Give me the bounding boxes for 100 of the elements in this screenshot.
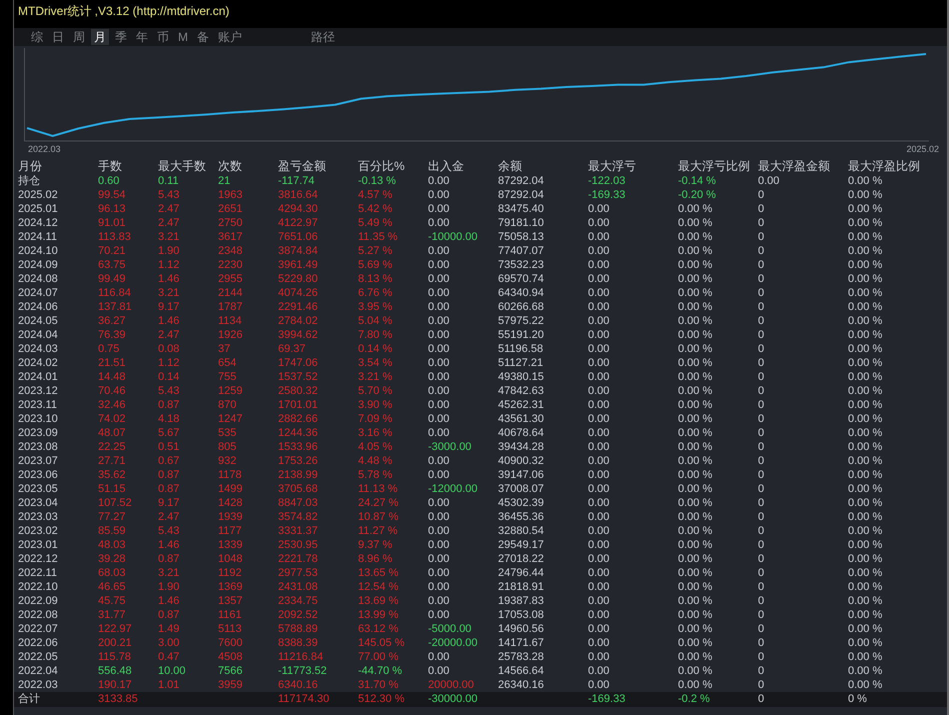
tab[interactable]: 备 <box>194 29 212 45</box>
table-cell-text: 0 <box>758 258 766 272</box>
table-cell-text: 0 <box>758 664 766 678</box>
table-cell-text: 1428 <box>218 496 244 510</box>
table-cell-text: 145.05 % <box>358 636 406 650</box>
table-cell-text: 2024.06 <box>18 300 59 314</box>
table-cell-text: 0.00 <box>428 384 450 398</box>
table-cell-text: -0.13 % <box>358 174 397 188</box>
table-cell-text: 2023.02 <box>18 524 59 538</box>
column-header: 次数 <box>218 159 243 174</box>
table-cell-text: 24.27 % <box>358 496 400 510</box>
table-cell-text: 2022.08 <box>18 608 59 622</box>
table-cell-text: 2022.05 <box>18 650 59 664</box>
table-cell-text: 17053.08 <box>498 608 545 622</box>
table-cell-text: 0.00 % <box>678 426 714 440</box>
table-cell-text: 0 <box>758 510 766 524</box>
tab[interactable]: 月 <box>91 29 109 45</box>
table-cell-text: 0 <box>758 594 766 608</box>
table-cell-text: 1.90 <box>158 580 180 594</box>
table-cell-text: 0 <box>758 398 766 412</box>
table-cell-text: 5.43 <box>158 188 180 202</box>
table-cell-text: 0.87 <box>158 398 180 412</box>
table-cell-text: 0.00 % <box>678 370 714 384</box>
table-cell-text: 11.27 % <box>358 524 399 538</box>
table-cell-text: 0.00 % <box>678 328 714 342</box>
table-cell-text: 2024.09 <box>18 258 59 272</box>
tab[interactable]: 路径 <box>308 29 338 45</box>
table-cell-text: 1963 <box>218 188 244 202</box>
table-cell-text: 2022.06 <box>18 636 59 650</box>
tab[interactable]: 周 <box>70 29 88 45</box>
table-cell-text: 0.51 <box>158 440 180 454</box>
table-cell-text: 0.00 <box>428 314 450 328</box>
table-cell-text: 190.17 <box>98 678 133 692</box>
table-cell-text: -3000.00 <box>428 440 472 454</box>
table-cell-text: 36455.36 <box>498 510 545 524</box>
table-cell-text: 3.90 % <box>358 398 394 412</box>
table-cell-text: 0.00 <box>428 356 450 370</box>
table-cell-text: 0.00 % <box>848 482 884 496</box>
table-cell-text: 0.00 % <box>848 300 884 314</box>
table-cell-text: 0 <box>758 580 766 594</box>
table-cell-text: 0.00 % <box>848 468 884 482</box>
tab[interactable]: 年 <box>133 29 151 45</box>
table-cell-text: 0.00 <box>428 412 450 426</box>
table-cell-text: 3961.49 <box>278 258 319 272</box>
table-cell-text: 0.00 <box>428 510 450 524</box>
tab[interactable]: 币 <box>154 29 172 45</box>
column-header: 出入金 <box>428 159 465 174</box>
table-cell-text: 77407.07 <box>498 244 545 258</box>
table-cell-text: 0.00 % <box>848 664 884 678</box>
table-cell-text: 0.00 <box>588 454 610 468</box>
table-cell-text: 0.00 <box>588 258 610 272</box>
table-cell-text: 5788.89 <box>278 622 319 636</box>
table-cell-text: 0.60 <box>98 174 120 188</box>
table-cell-text: 2023.04 <box>18 496 59 510</box>
tab[interactable]: 账户 <box>215 29 245 45</box>
axis-label: 2022.03 <box>28 142 61 156</box>
table-cell-text: 0.00 % <box>678 636 714 650</box>
table-cell-text: 21 <box>218 174 232 188</box>
table-cell-text: 0.00 % <box>848 608 884 622</box>
table-cell-text: 46.65 <box>98 580 127 594</box>
table-cell-text: 0.00 <box>588 230 610 244</box>
table-cell-text: 0 <box>758 650 766 664</box>
table-cell-text: 0.00 <box>428 594 450 608</box>
table-cell-text: 2784.02 <box>278 314 319 328</box>
table-cell-text: 0.11 <box>158 174 180 188</box>
table-cell-text: 0.00 % <box>848 440 884 454</box>
table-cell-text: 0.87 <box>158 608 180 622</box>
table-cell-text: 1533.96 <box>278 440 319 454</box>
table-cell-text: 10.00 <box>158 664 187 678</box>
table-cell-text: 0.00 <box>588 678 610 692</box>
tab[interactable]: 季 <box>112 29 130 45</box>
tab[interactable]: M <box>175 29 191 45</box>
table-cell-text: 0.00 % <box>848 356 884 370</box>
table-cell-text: 0.00 % <box>848 244 884 258</box>
table-cell-text: 87292.04 <box>498 174 545 188</box>
table-cell-text: 48.07 <box>98 426 127 440</box>
table-cell-text: 0 <box>758 356 766 370</box>
table-cell-text: 1.46 <box>158 538 180 552</box>
table-cell-text: 0 <box>758 678 766 692</box>
table-cell-text: 1.46 <box>158 314 180 328</box>
table-cell-text: 1192 <box>218 566 243 580</box>
table-cell-text: 40678.64 <box>498 426 545 440</box>
table-cell-text: 0.00 % <box>848 258 884 272</box>
table-cell-text: 0.00 <box>428 216 450 230</box>
tab[interactable]: 日 <box>49 29 67 45</box>
table-cell-text: 2092.52 <box>278 608 319 622</box>
table-cell-text: 2023.12 <box>18 384 59 398</box>
table-cell-text: 0.00 % <box>848 314 884 328</box>
table-cell-text: 32880.54 <box>498 524 545 538</box>
table-cell-text: -0.2 % <box>678 692 711 707</box>
tab[interactable]: 综 <box>28 29 46 45</box>
table-cell-text: 63.75 <box>98 258 127 272</box>
table-cell-text: 2334.75 <box>278 594 319 608</box>
table-cell-text: 0.00 % <box>678 580 714 594</box>
table-cell-text: 1537.52 <box>278 370 319 384</box>
table-cell-text: 4.18 <box>158 412 180 426</box>
table-cell-text: 0 <box>758 608 766 622</box>
table-cell-text: 1.90 <box>158 244 180 258</box>
table-cell-text: 535 <box>218 426 238 440</box>
table-cell-text: 0.00 <box>428 342 450 356</box>
